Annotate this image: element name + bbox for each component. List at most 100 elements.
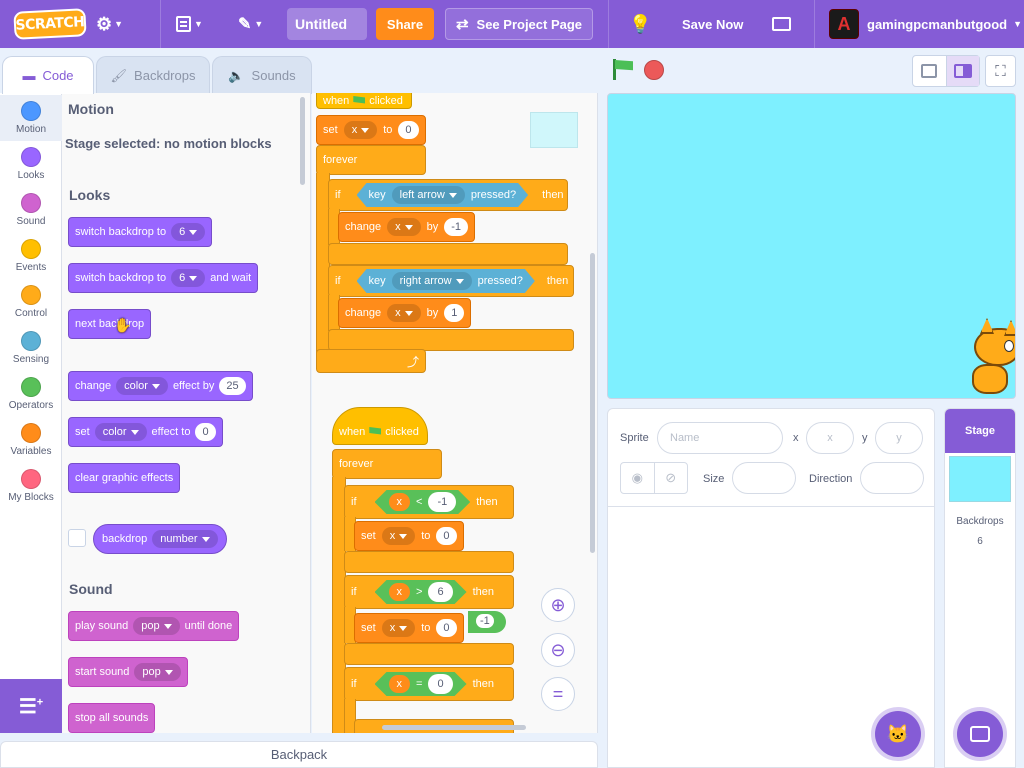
choose-backdrop-button[interactable] [957,711,1003,757]
hidden-operator-block[interactable]: -1 [468,611,506,633]
see-project-page-button[interactable]: ⇄ See Project Page [445,8,593,40]
if-right-block[interactable]: if key right arrow pressed? then [328,265,574,297]
stop-all-sounds-block[interactable]: stop all sounds [68,703,156,733]
my-stuff-button[interactable] [772,0,791,48]
forever-block[interactable]: forever [332,449,442,479]
value-input[interactable]: 0 [398,121,419,139]
change-variable-block[interactable]: change x by 1 [338,298,472,328]
variable-dropdown[interactable]: x [381,527,416,545]
account-menu[interactable]: A gamingpcmanbutgood ▼ [829,0,1022,48]
value-input[interactable]: 1 [444,304,465,322]
next-backdrop-block[interactable]: next backdrop [68,309,152,339]
green-flag-button[interactable] [612,59,634,81]
effect-dropdown[interactable]: color [94,423,147,441]
size-input[interactable] [732,462,796,494]
play-sound-until-done-block[interactable]: play sound pop until done [68,611,240,641]
direction-input[interactable] [860,462,924,494]
variable-dropdown[interactable]: x [387,304,421,322]
key-pressed-block[interactable]: key left arrow pressed? [357,183,529,207]
choose-sprite-button[interactable]: 🐱 [875,711,921,757]
key-dropdown[interactable]: right arrow [392,272,472,290]
equals-block[interactable]: x = 0 [375,672,467,696]
fullscreen-button[interactable]: ⛶ [985,55,1016,87]
cat-sprite[interactable] [966,318,1015,398]
palette-scrollbar[interactable] [300,97,305,185]
value-input[interactable]: -1 [476,614,494,628]
set-effect-block[interactable]: set color effect to 0 [68,417,223,447]
set-variable-block[interactable]: set x to 0 [354,521,464,551]
small-stage-button[interactable] [913,56,947,86]
scripts-horizontal-scrollbar[interactable] [382,725,526,730]
backdrop-reporter-block[interactable]: backdrop number [93,524,227,554]
if-gt-block[interactable]: if x >6 then [344,575,514,609]
value-input[interactable]: 6 [428,582,452,602]
category-motion[interactable]: Motion [0,95,62,141]
stage-canvas[interactable] [607,93,1016,399]
effect-to-input[interactable]: 0 [195,423,216,441]
backdrop-dropdown[interactable]: 6 [171,269,206,287]
switch-backdrop-wait-block[interactable]: switch backdrop to 6 and wait [68,263,259,293]
start-sound-block[interactable]: start sound pop [68,657,188,687]
backdrop-monitor-checkbox[interactable] [68,529,86,547]
normal-stage-button[interactable] [946,56,979,86]
if-lt-block[interactable]: if x < -1 then [344,485,514,519]
switch-backdrop-block[interactable]: switch backdrop to 6 [68,217,213,247]
value-input[interactable]: 0 [436,619,457,637]
value-input[interactable]: -1 [444,218,468,236]
lightbulb-icon[interactable]: 💡 [629,0,651,48]
variable-reporter[interactable]: x [389,493,411,511]
stage-backdrop-thumbnail[interactable] [949,456,1011,502]
language-menu[interactable]: ⚙ ▼ [96,0,123,48]
key-dropdown[interactable]: left arrow [392,186,465,204]
project-title-input[interactable]: Untitled [287,8,367,40]
sound-dropdown[interactable]: pop [133,617,180,635]
tab-sounds[interactable]: 🔈 Sounds [212,56,312,94]
edit-menu[interactable]: ✎ ▼ [238,0,263,48]
value-input[interactable]: 0 [436,527,457,545]
file-menu[interactable]: ▼ [176,0,203,48]
scripts-vertical-scrollbar[interactable] [590,253,595,553]
effect-dropdown[interactable]: color [116,377,168,395]
change-effect-block[interactable]: change color effect by 25 [68,371,253,401]
add-extension-button[interactable]: ☰+ [0,679,62,733]
variable-dropdown[interactable]: x [381,619,416,637]
share-button[interactable]: Share [376,8,434,40]
category-events[interactable]: Events [0,233,62,279]
zoom-out-button[interactable]: ⊖ [541,633,575,667]
stop-button[interactable] [644,60,664,80]
zoom-reset-button[interactable]: = [541,677,575,711]
when-flag-clicked-hat[interactable]: when clicked [316,93,412,109]
backpack-bar[interactable]: Backpack [0,741,598,768]
save-now-button[interactable]: Save Now [682,0,743,48]
sound-dropdown[interactable]: pop [134,663,181,681]
category-sound[interactable]: Sound [0,187,62,233]
category-looks[interactable]: Looks [0,141,62,187]
x-input[interactable]: x [806,422,854,454]
if-eq-block[interactable]: if x = 0 then [344,667,514,701]
category-variables[interactable]: Variables [0,417,62,463]
hide-button[interactable]: ⊘ [655,463,688,493]
effect-by-input[interactable]: 25 [219,377,246,395]
less-than-block[interactable]: x < -1 [375,490,471,514]
variable-dropdown[interactable]: x [387,218,421,236]
greater-than-block[interactable]: x >6 [375,580,467,604]
if-left-block[interactable]: if key left arrow pressed? then [328,179,568,211]
tab-code[interactable]: ▬ Code [2,56,94,94]
backdrop-dropdown[interactable]: 6 [171,223,206,241]
show-button[interactable]: ◉ [621,463,655,493]
forever-block[interactable]: forever [316,145,426,175]
category-operators[interactable]: Operators [0,371,62,417]
set-variable-block[interactable]: set x to 0 [354,613,464,643]
category-control[interactable]: Control [0,279,62,325]
variable-reporter[interactable]: x [389,583,411,601]
key-pressed-block[interactable]: key right arrow pressed? [357,269,535,293]
variable-reporter[interactable]: x [389,675,411,693]
value-input[interactable]: -1 [428,492,456,512]
set-variable-block[interactable]: set x to 0 [316,115,426,145]
scripts-area[interactable]: when clicked set x to 0 forever if key left a… [312,93,598,733]
variable-dropdown[interactable]: x [343,121,378,139]
category-sensing[interactable]: Sensing [0,325,62,371]
zoom-in-button[interactable]: ⊕ [541,588,575,622]
when-flag-clicked-hat[interactable]: when clicked [332,407,428,445]
y-input[interactable]: y [875,422,923,454]
